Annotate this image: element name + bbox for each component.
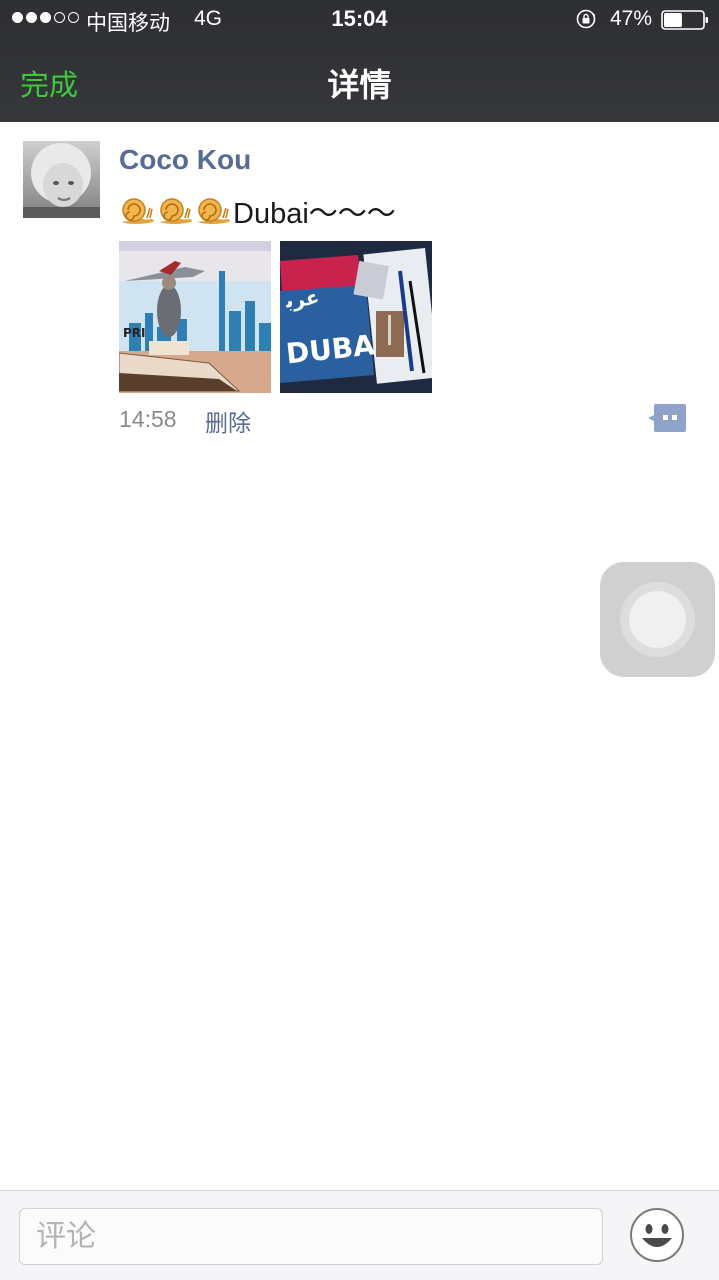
snail-emoji-icon [159, 198, 192, 224]
rotation-lock-icon [576, 9, 596, 29]
comment-bubble-icon[interactable] [648, 403, 686, 433]
post-username[interactable]: Coco Kou [119, 144, 251, 176]
top-bar: 中国移动 4G 15:04 47% 完成 详情 [0, 0, 719, 122]
post-text-body: Dubai～～～ [233, 198, 396, 230]
post-text: Dubai～～～ [119, 190, 396, 232]
post-photo-2[interactable]: DUBAI ﻋﺮﺑ [280, 241, 432, 393]
snail-emoji-icon [197, 198, 230, 224]
svg-text:PRI: PRI [123, 326, 146, 340]
emoji-button[interactable] [629, 1207, 685, 1263]
page-title: 详情 [327, 66, 392, 104]
smiley-face-icon [630, 1208, 684, 1262]
battery-percent: 47% [610, 7, 653, 30]
delete-link[interactable]: 删除 [205, 404, 251, 438]
status-bar: 中国移动 4G 15:04 47% [0, 0, 719, 40]
snail-emoji-icon [121, 198, 154, 224]
comment-bar [0, 1190, 719, 1280]
assistive-touch-icon[interactable] [600, 562, 715, 677]
post-timestamp: 14:58 [119, 406, 177, 432]
avatar[interactable] [23, 141, 100, 218]
svg-text:ﻋﺮﺑ: ﻋﺮﺑ [284, 285, 321, 312]
battery-icon [661, 10, 708, 30]
post-photo-1[interactable]: PRI [119, 241, 271, 393]
moment-detail-screen: 中国移动 4G 15:04 47% 完成 详情 Coco Kou Dubai～～… [0, 0, 719, 1280]
comment-input[interactable] [19, 1208, 603, 1265]
